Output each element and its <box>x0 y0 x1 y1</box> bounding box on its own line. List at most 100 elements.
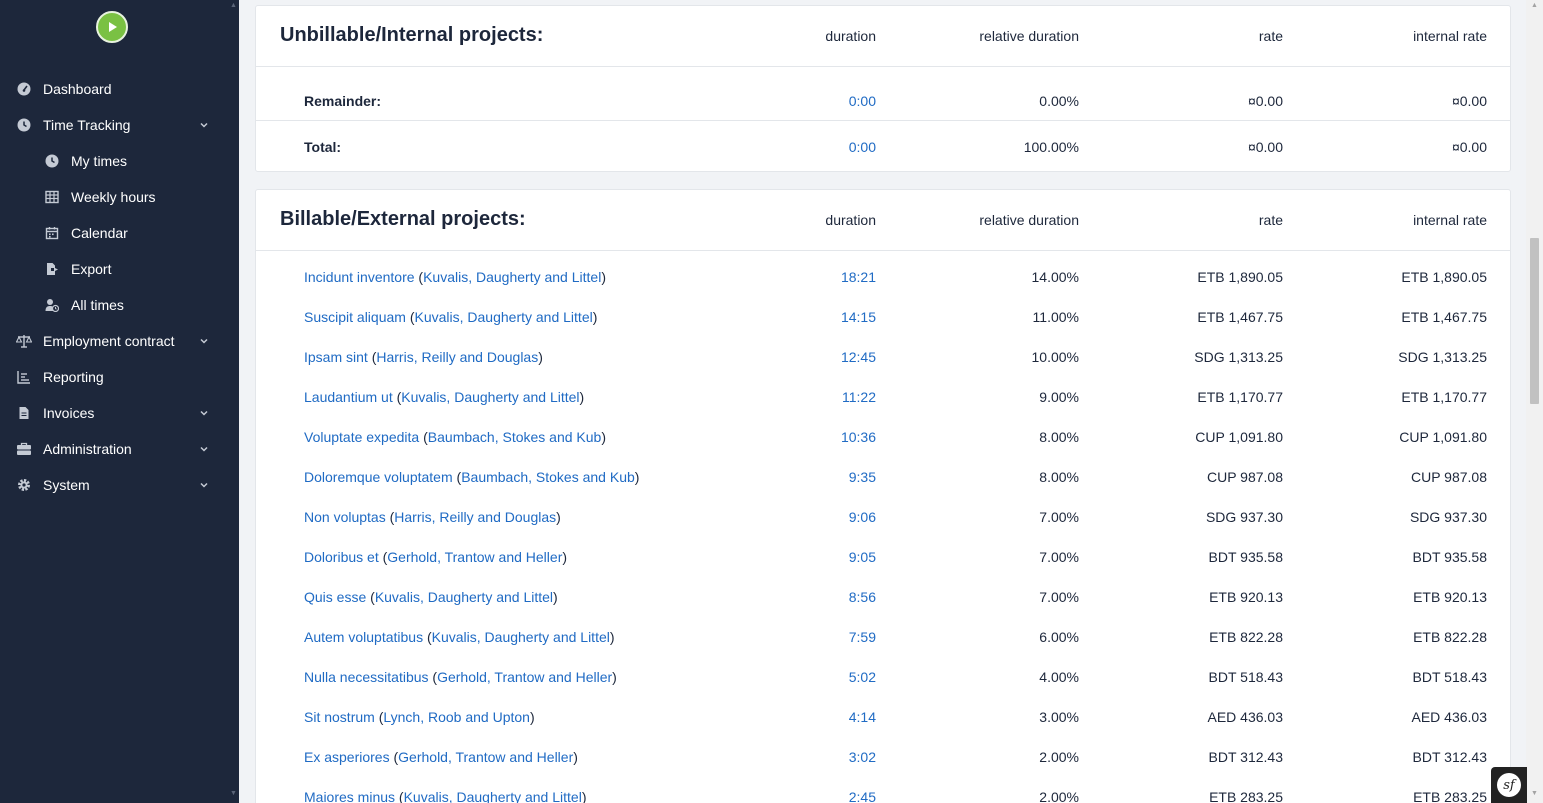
duration-link[interactable]: 11:22 <box>776 389 876 405</box>
sidebar-item-employment-contract[interactable]: Employment contract <box>0 323 229 359</box>
project-row: Ipsam sint (Harris, Reilly and Douglas) 1… <box>256 337 1510 377</box>
total-relative: 100.00% <box>1023 139 1079 155</box>
sidebar-item-label: System <box>43 477 90 493</box>
rate: CUP 987.08 <box>1206 469 1283 485</box>
sidebar-item-my-times[interactable]: My times <box>0 143 229 179</box>
project-link[interactable]: Incidunt inventore <box>304 269 415 285</box>
project-link[interactable]: Non voluptas <box>304 509 386 525</box>
sidebar-item-label: All times <box>71 297 124 313</box>
sidebar-item-administration[interactable]: Administration <box>0 431 229 467</box>
project-row: Ex asperiores (Gerhold, Trantow and Hell… <box>256 737 1510 777</box>
export-icon <box>44 261 60 277</box>
customer-link[interactable]: Kuvalis, Daugherty and Littel <box>415 309 593 325</box>
remainder-internal-rate: ¤0.00 <box>1451 93 1487 109</box>
customer-link[interactable]: Kuvalis, Daugherty and Littel <box>375 589 553 605</box>
scroll-up-arrow-icon[interactable]: ▲ <box>1531 2 1538 9</box>
symfony-toolbar-toggle[interactable]: sf <box>1491 767 1527 803</box>
paren-close: ) <box>562 549 568 565</box>
internal-rate: BDT 312.43 <box>1412 749 1487 765</box>
duration-link[interactable]: 9:35 <box>776 469 876 485</box>
scrollbar-thumb[interactable] <box>1530 238 1539 404</box>
project-row: Suscipit aliquam (Kuvalis, Daugherty and… <box>256 297 1510 337</box>
customer-link[interactable]: Kuvalis, Daugherty and Littel <box>423 269 601 285</box>
project-link[interactable]: Maiores minus <box>304 789 395 803</box>
sidebar-item-export[interactable]: Export <box>0 251 229 287</box>
customer-link[interactable]: Harris, Reilly and Douglas <box>394 509 556 525</box>
project-link[interactable]: Laudantium ut <box>304 389 393 405</box>
customer-link[interactable]: Baumbach, Stokes and Kub <box>461 469 635 485</box>
rate: ETB 822.28 <box>1209 629 1283 645</box>
duration-link[interactable]: 3:02 <box>776 749 876 765</box>
main-scrollbar[interactable]: ▲ ▼ <box>1526 0 1543 803</box>
project-link[interactable]: Nulla necessitatibus <box>304 669 429 685</box>
project-link[interactable]: Ex asperiores <box>304 749 390 765</box>
rate: ETB 1,890.05 <box>1197 269 1283 285</box>
sidebar-item-label: My times <box>71 153 127 169</box>
internal-rate: ETB 283.25 <box>1413 789 1487 803</box>
rate: SDG 937.30 <box>1205 509 1283 525</box>
kimai-logo-play-icon[interactable] <box>96 11 128 43</box>
sidebar-item-system[interactable]: System <box>0 467 229 503</box>
relative-duration: 8.00% <box>1039 469 1079 485</box>
total-duration-link[interactable]: 0:00 <box>776 139 876 155</box>
scroll-down-arrow-icon[interactable]: ▼ <box>230 790 237 797</box>
rate: BDT 312.43 <box>1208 749 1283 765</box>
duration-link[interactable]: 9:06 <box>776 509 876 525</box>
duration-link[interactable]: 18:21 <box>776 269 876 285</box>
total-rate: ¤0.00 <box>1247 139 1283 155</box>
sidebar-item-dashboard[interactable]: Dashboard <box>0 71 229 107</box>
rate: CUP 1,091.80 <box>1195 429 1283 445</box>
sidebar-item-reporting[interactable]: Reporting <box>0 359 229 395</box>
column-header-internal-rate: internal rate <box>1413 212 1487 228</box>
duration-link[interactable]: 4:14 <box>776 709 876 725</box>
duration-link[interactable]: 12:45 <box>776 349 876 365</box>
duration-link[interactable]: 10:36 <box>776 429 876 445</box>
duration-link[interactable]: 8:56 <box>776 589 876 605</box>
column-header-duration: duration <box>825 212 876 228</box>
paren-open: ( <box>405 309 415 325</box>
customer-link[interactable]: Lynch, Roob and Upton <box>383 709 530 725</box>
sidebar-item-label: Administration <box>43 441 132 457</box>
project-link[interactable]: Voluptate expedita <box>304 429 419 445</box>
customer-link[interactable]: Gerhold, Trantow and Heller <box>437 669 612 685</box>
rate: ETB 920.13 <box>1209 589 1283 605</box>
paren-close: ) <box>592 309 598 325</box>
customer-link[interactable]: Kuvalis, Daugherty and Littel <box>401 389 579 405</box>
duration-link[interactable]: 7:59 <box>776 629 876 645</box>
project-link[interactable]: Ipsam sint <box>304 349 368 365</box>
remainder-duration-link[interactable]: 0:00 <box>776 93 876 109</box>
scroll-up-arrow-icon[interactable]: ▲ <box>230 2 237 9</box>
sidebar-item-all-times[interactable]: All times <box>0 287 229 323</box>
duration-link[interactable]: 9:05 <box>776 549 876 565</box>
sidebar-item-time-tracking[interactable]: Time Tracking <box>0 107 229 143</box>
sidebar-item-invoices[interactable]: Invoices <box>0 395 229 431</box>
customer-link[interactable]: Baumbach, Stokes and Kub <box>428 429 602 445</box>
rate: BDT 518.43 <box>1208 669 1283 685</box>
chevron-down-icon <box>198 443 210 455</box>
customer-link[interactable]: Gerhold, Trantow and Heller <box>387 549 562 565</box>
paren-open: ( <box>389 749 399 765</box>
project-link[interactable]: Doloremque voluptatem <box>304 469 453 485</box>
sidebar-item-weekly-hours[interactable]: Weekly hours <box>0 179 229 215</box>
duration-link[interactable]: 5:02 <box>776 669 876 685</box>
paren-close: ) <box>529 709 535 725</box>
project-link[interactable]: Quis esse <box>304 589 366 605</box>
column-header-rate: rate <box>1258 28 1283 44</box>
project-link[interactable]: Autem voluptatibus <box>304 629 423 645</box>
internal-rate: BDT 518.43 <box>1412 669 1487 685</box>
customer-link[interactable]: Harris, Reilly and Douglas <box>376 349 538 365</box>
project-link[interactable]: Suscipit aliquam <box>304 309 406 325</box>
project-row: Sit nostrum (Lynch, Roob and Upton) 4:14 3… <box>256 697 1510 737</box>
project-link[interactable]: Sit nostrum <box>304 709 375 725</box>
project-link[interactable]: Doloribus et <box>304 549 379 565</box>
sidebar-scrollbar[interactable]: ▲ ▼ <box>229 0 239 803</box>
sidebar-item-label: Invoices <box>43 405 95 421</box>
sidebar-item-calendar[interactable]: Calendar <box>0 215 229 251</box>
scroll-down-arrow-icon[interactable]: ▼ <box>1531 790 1538 797</box>
duration-link[interactable]: 14:15 <box>776 309 876 325</box>
paren-close: ) <box>601 269 606 285</box>
customer-link[interactable]: Gerhold, Trantow and Heller <box>398 749 573 765</box>
customer-link[interactable]: Kuvalis, Daugherty and Littel <box>432 629 610 645</box>
duration-link[interactable]: 2:45 <box>776 789 876 803</box>
customer-link[interactable]: Kuvalis, Daugherty and Littel <box>404 789 582 803</box>
